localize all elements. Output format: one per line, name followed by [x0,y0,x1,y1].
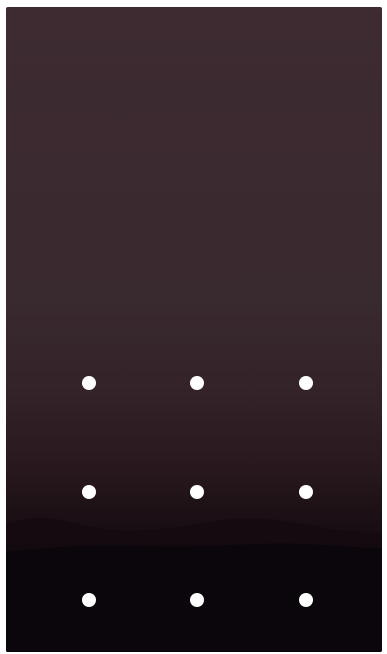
pattern-lock-grid[interactable] [6,7,382,652]
pattern-dot-7[interactable] [82,593,96,607]
pattern-dot-3[interactable] [299,376,313,390]
pattern-dot-9[interactable] [299,593,313,607]
pattern-dot-8[interactable] [190,593,204,607]
pattern-dot-1[interactable] [82,376,96,390]
pattern-dot-4[interactable] [82,485,96,499]
pattern-dot-2[interactable] [190,376,204,390]
pattern-dot-5[interactable] [190,485,204,499]
pattern-dot-6[interactable] [299,485,313,499]
lock-screen [6,7,382,652]
